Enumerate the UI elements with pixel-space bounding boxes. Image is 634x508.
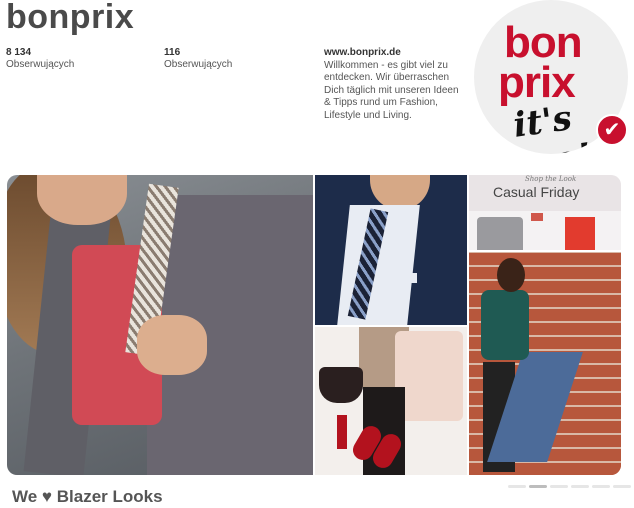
profile-about: www.bonprix.de Willkommen - es gibt viel… xyxy=(324,47,464,122)
blazer-look-image xyxy=(7,175,313,475)
following-count: 116 xyxy=(164,47,181,58)
casual-title-text: Casual Friday xyxy=(493,184,580,200)
page-dot-active[interactable] xyxy=(529,485,547,488)
board-title[interactable]: We ♥ Blazer Looks xyxy=(12,487,163,507)
followers-count: 8 134 xyxy=(6,47,32,58)
profile-name: bonprix xyxy=(6,0,135,36)
page-dot[interactable] xyxy=(508,485,526,488)
casual-friday-image: Shop the Look Casual Friday xyxy=(469,175,621,250)
casual-script-text: Shop the Look xyxy=(525,175,577,183)
followers-stat[interactable]: 8 134 Obserwujących xyxy=(6,47,74,71)
page-dot[interactable] xyxy=(550,485,568,488)
suit-image xyxy=(315,175,467,325)
page-dot[interactable] xyxy=(613,485,631,488)
page-dot[interactable] xyxy=(592,485,610,488)
following-label: Obserwujących xyxy=(164,59,233,70)
brick-wall-image xyxy=(469,252,621,475)
page-dot[interactable] xyxy=(571,485,589,488)
followers-label: Obserwujących xyxy=(6,59,75,70)
flatlay-image xyxy=(315,327,467,475)
website-link[interactable]: www.bonprix.de xyxy=(324,47,464,60)
page-indicator xyxy=(508,485,631,488)
board-cover[interactable]: Shop the Look Casual Friday xyxy=(7,175,621,475)
profile-description: Willkommen - es gibt viel zu entdecken. … xyxy=(324,59,459,121)
following-stat[interactable]: 116 Obserwujących xyxy=(164,47,232,71)
checkmark-icon: ✔ xyxy=(596,114,628,146)
